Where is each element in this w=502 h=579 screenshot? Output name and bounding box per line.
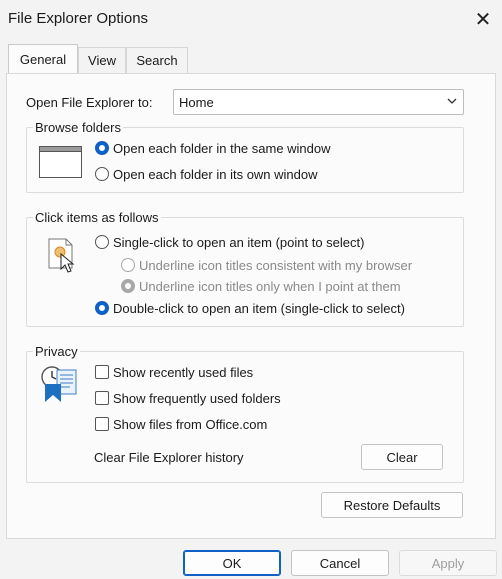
checkbox-recent-files[interactable]	[95, 365, 109, 379]
tab-general[interactable]: General	[8, 44, 78, 74]
radio-same-window[interactable]	[95, 141, 109, 155]
double-click-label: Double-click to open an item (single-cli…	[113, 301, 405, 316]
office-files-label: Show files from Office.com	[113, 417, 268, 432]
browse-folders-group	[26, 127, 464, 193]
window-title: File Explorer Options	[8, 10, 149, 27]
close-icon[interactable]: ✕	[470, 6, 496, 32]
tab-search[interactable]: Search	[126, 47, 188, 73]
privacy-icon	[41, 366, 77, 402]
apply-button[interactable]: Apply	[399, 550, 497, 576]
browse-folders-legend: Browse folders	[33, 120, 123, 135]
radio-single-click[interactable]	[95, 235, 109, 249]
click-items-legend: Click items as follows	[33, 210, 161, 225]
open-to-label: Open File Explorer to:	[26, 95, 153, 110]
window-icon	[39, 146, 82, 178]
click-pointer-icon	[48, 238, 75, 273]
radio-own-window[interactable]	[95, 167, 109, 181]
ok-button[interactable]: OK	[183, 550, 281, 576]
single-click-label: Single-click to open an item (point to s…	[113, 235, 365, 250]
chevron-down-icon	[447, 98, 457, 104]
same-window-label: Open each folder in the same window	[113, 141, 331, 156]
clear-history-button[interactable]: Clear	[361, 444, 443, 470]
open-to-select[interactable]: Home	[173, 89, 464, 115]
radio-underline-point[interactable]	[121, 279, 135, 293]
underline-browser-label: Underline icon titles consistent with my…	[139, 258, 413, 273]
privacy-legend: Privacy	[33, 344, 80, 359]
radio-underline-browser[interactable]	[121, 258, 135, 272]
checkbox-frequent-folders[interactable]	[95, 391, 109, 405]
frequent-folders-label: Show frequently used folders	[113, 391, 281, 406]
underline-point-label: Underline icon titles only when I point …	[139, 279, 401, 294]
open-to-value: Home	[179, 94, 214, 110]
restore-defaults-button[interactable]: Restore Defaults	[321, 492, 463, 518]
tab-view[interactable]: View	[78, 47, 126, 73]
clear-history-label: Clear File Explorer history	[94, 450, 244, 465]
recent-files-label: Show recently used files	[113, 365, 254, 380]
own-window-label: Open each folder in its own window	[113, 167, 318, 182]
checkbox-office-files[interactable]	[95, 417, 109, 431]
cancel-button[interactable]: Cancel	[291, 550, 389, 576]
radio-double-click[interactable]	[95, 301, 109, 315]
